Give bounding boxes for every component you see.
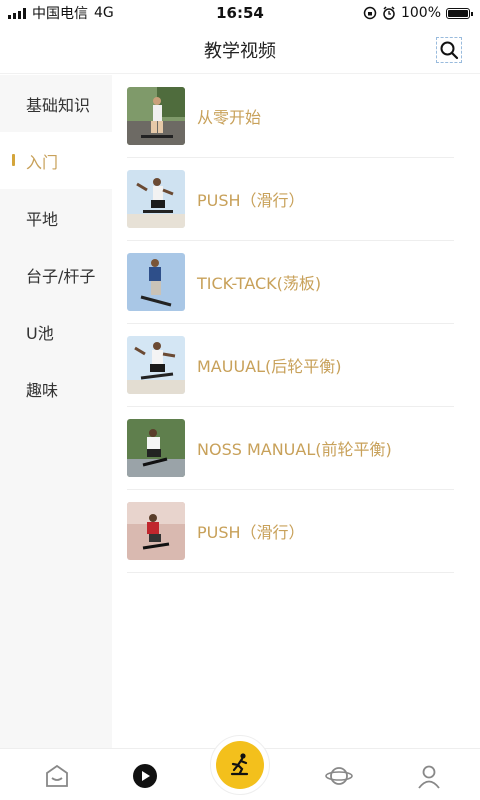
list-item[interactable]: 从零开始 [127, 75, 454, 158]
search-button[interactable] [436, 37, 462, 63]
sidebar-item-basics[interactable]: 基础知识 [0, 75, 112, 132]
center-action-button[interactable] [216, 741, 264, 789]
home-icon [46, 764, 68, 787]
tab-discover[interactable] [324, 761, 354, 791]
skater-icon [230, 753, 249, 776]
video-thumbnail [127, 253, 185, 311]
profile-icon [418, 765, 440, 789]
sidebar-item-label: 平地 [26, 209, 59, 229]
video-title: PUSH（滑行） [197, 191, 305, 210]
tab-videos[interactable] [130, 761, 160, 791]
video-thumbnail [127, 502, 185, 560]
sidebar-item-label: 台子/杆子 [26, 266, 96, 286]
video-title: MAUUAL(后轮平衡) [197, 357, 342, 376]
video-thumbnail [127, 419, 185, 477]
sidebar-item-label: 基础知识 [26, 95, 91, 115]
sidebar-item-bowl[interactable]: U池 [0, 303, 112, 360]
video-thumbnail [127, 170, 185, 228]
list-item[interactable]: NOSS MANUAL(前轮平衡) [127, 407, 454, 490]
video-title: NOSS MANUAL(前轮平衡) [197, 440, 392, 459]
video-thumbnail [127, 87, 185, 145]
video-thumbnail [127, 336, 185, 394]
list-item[interactable]: PUSH（滑行） [127, 490, 454, 573]
planet-icon [325, 767, 353, 785]
list-item[interactable]: MAUUAL(后轮平衡) [127, 324, 454, 407]
play-icon [133, 764, 157, 788]
sidebar-item-ledges-rails[interactable]: 台子/杆子 [0, 246, 112, 303]
sidebar-item-label: U池 [26, 323, 54, 343]
list-item[interactable]: TICK-TACK(荡板) [127, 241, 454, 324]
sidebar-item-flatground[interactable]: 平地 [0, 189, 112, 246]
nav-bar: 教学视频 [0, 26, 480, 74]
list-item[interactable]: PUSH（滑行） [127, 158, 454, 241]
tab-profile[interactable] [414, 761, 444, 791]
video-title: PUSH（滑行） [197, 523, 305, 542]
sidebar-item-label: 趣味 [26, 380, 59, 400]
page-title: 教学视频 [204, 40, 276, 62]
sidebar-item-beginner[interactable]: 入门 [0, 132, 112, 189]
status-bar: 中国电信 4G 16:54 100% [0, 0, 480, 26]
battery-icon [446, 7, 473, 19]
video-title: 从零开始 [197, 108, 262, 127]
video-title: TICK-TACK(荡板) [197, 274, 322, 293]
sidebar-item-label: 入门 [26, 152, 59, 172]
rotation-lock-icon [363, 6, 377, 20]
video-list: 从零开始 PUSH（滑行） TICK-TACK(荡板) MAUUAL(后轮平衡)… [112, 75, 480, 573]
search-icon [440, 41, 459, 60]
category-sidebar: 基础知识 入门 平地 台子/杆子 U池 趣味 [0, 75, 112, 749]
battery-label: 100% [400, 5, 441, 21]
sidebar-item-fun[interactable]: 趣味 [0, 360, 112, 417]
alarm-icon [383, 6, 395, 20]
tab-home[interactable] [42, 761, 72, 791]
status-right: 100% [363, 5, 473, 21]
